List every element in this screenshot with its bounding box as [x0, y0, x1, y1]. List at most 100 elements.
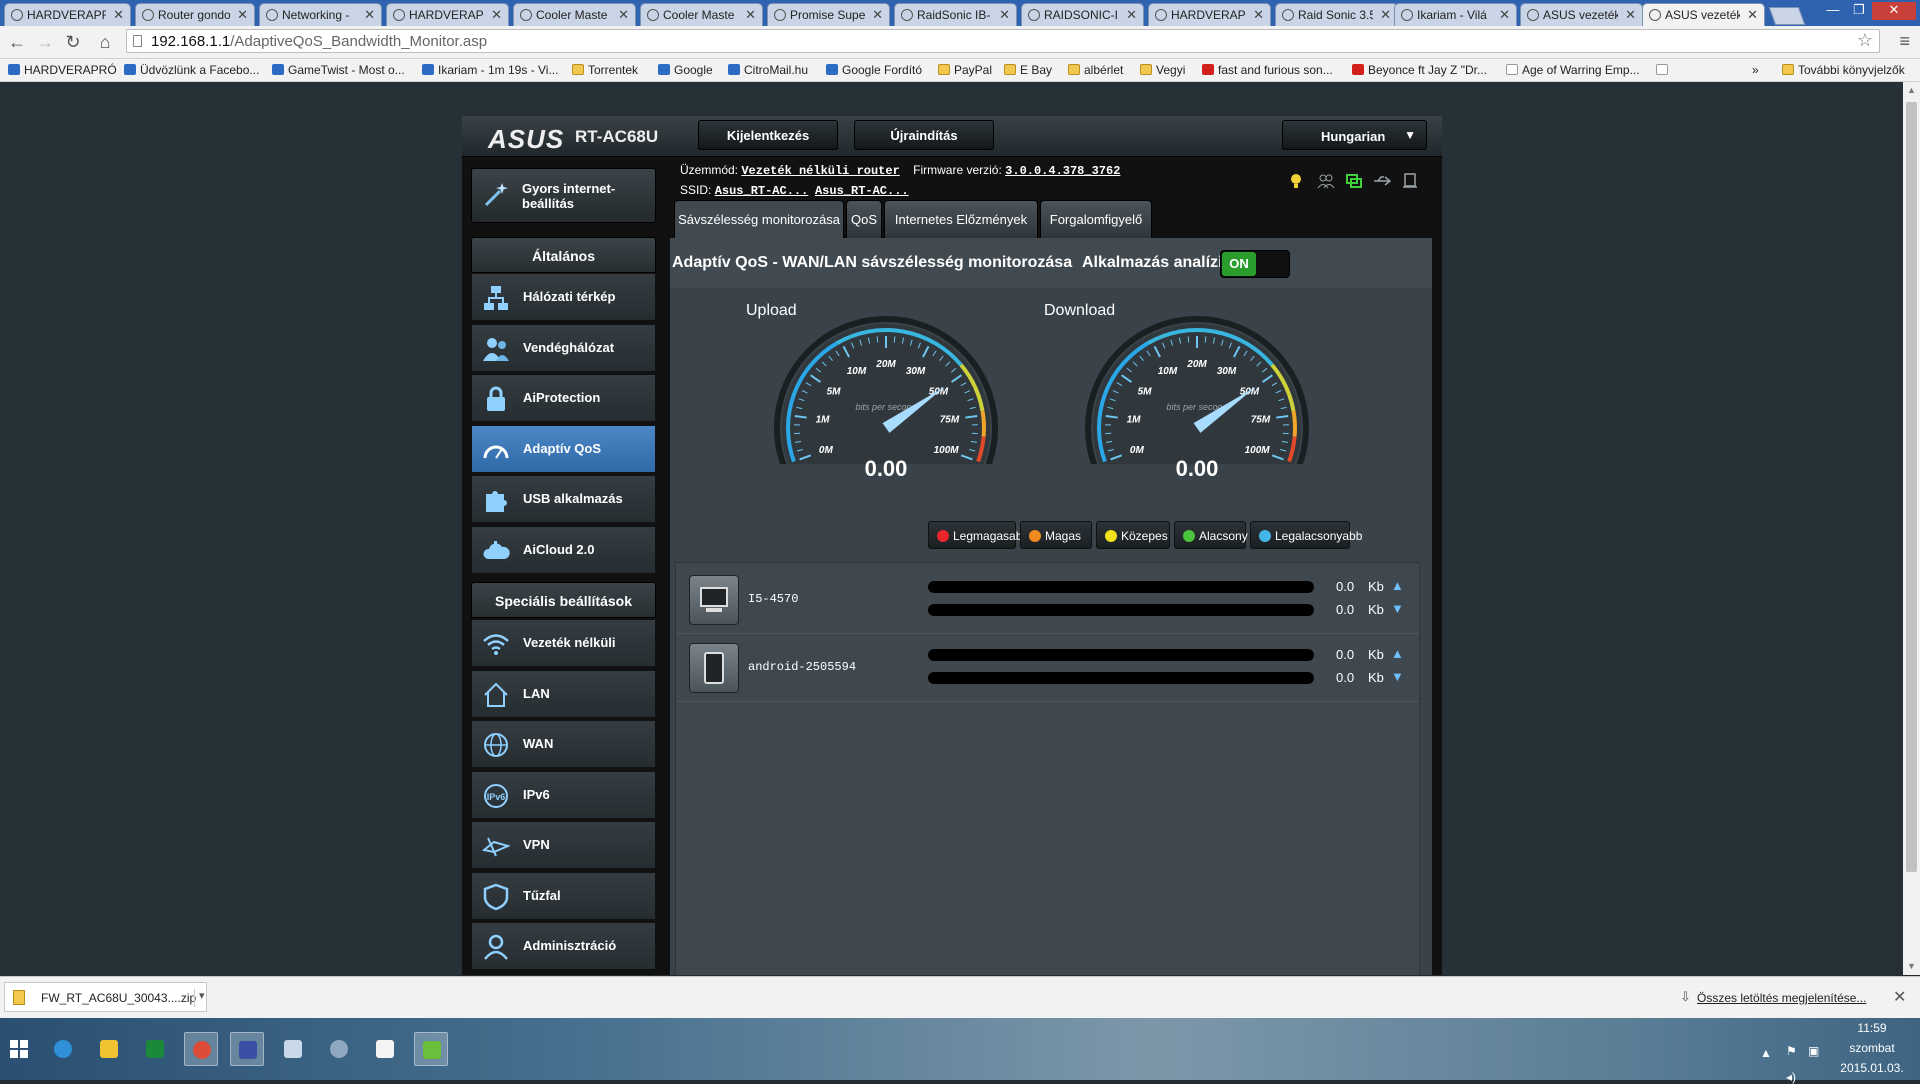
sidebar-item-ipv6[interactable]: IPv6IPv6: [471, 771, 656, 819]
browser-tab-active[interactable]: ASUS vezeték✕: [1642, 3, 1765, 26]
browser-tab[interactable]: HARDVERAPR✕: [1148, 3, 1271, 26]
close-icon[interactable]: ✕: [1625, 7, 1636, 23]
logout-button[interactable]: Kijelentkezés: [698, 120, 838, 150]
close-icon[interactable]: ✕: [745, 7, 756, 23]
ssid-link[interactable]: Asus_RT-AC...: [815, 184, 909, 198]
app-taskbar-icon[interactable]: [276, 1032, 310, 1066]
url-text[interactable]: 192.168.1.1/AdaptiveQoS_Bandwidth_Monito…: [151, 33, 487, 50]
sidebar-item-aicloud-2-0[interactable]: AiCloud 2.0: [471, 526, 656, 574]
scroll-down-icon[interactable]: ▼: [1907, 961, 1916, 971]
browser-tab[interactable]: HARDVERAPRÓ✕: [4, 3, 131, 26]
forward-icon[interactable]: →: [34, 31, 56, 53]
legend-alacsony[interactable]: Alacsony: [1174, 521, 1246, 549]
browser-tab[interactable]: RaidSonic IB-✕: [894, 3, 1017, 26]
chevron-down-icon[interactable]: ▾: [194, 989, 205, 1007]
sidebar-item-vend-gh-l-zat[interactable]: Vendéghálózat: [471, 324, 656, 372]
wan-status-icon[interactable]: [1345, 172, 1363, 190]
bookmark-item[interactable]: HARDVERAPRÓ: [8, 63, 117, 77]
app-taskbar-icon[interactable]: [230, 1032, 264, 1066]
device-row[interactable]: android-25055940.0Kb▲0.0Kb▼: [676, 635, 1419, 702]
browser-tab[interactable]: Ikariam - Vilá✕: [1394, 3, 1517, 26]
app-taskbar-icon[interactable]: [368, 1032, 402, 1066]
clock[interactable]: 11:59 szombat 2015.01.03.: [1822, 1018, 1920, 1078]
windows-start-icon[interactable]: [10, 1040, 28, 1058]
bookmark-item[interactable]: PayPal: [938, 63, 992, 77]
browser-tab[interactable]: RAIDSONIC-I✕: [1021, 3, 1144, 26]
page-scrollbar[interactable]: ▲ ▼: [1903, 82, 1920, 975]
close-icon[interactable]: ✕: [1499, 7, 1510, 23]
more-bookmarks-button[interactable]: »: [1752, 63, 1759, 77]
scrollbar-thumb[interactable]: [1906, 102, 1917, 872]
bookmark-item[interactable]: Vegyi: [1140, 63, 1185, 77]
ssid-link[interactable]: Asus_RT-AC...: [715, 184, 809, 198]
clients-icon[interactable]: [1317, 172, 1335, 190]
bookmark-item[interactable]: GameTwist - Most o...: [272, 63, 405, 77]
legend-legmagasabb[interactable]: Legmagasabb: [928, 521, 1016, 549]
app-analysis-toggle[interactable]: ON: [1220, 250, 1290, 278]
bookmark-item[interactable]: albérlet: [1068, 63, 1123, 77]
close-icon[interactable]: ✕: [1380, 7, 1391, 23]
flag-icon[interactable]: ⚑: [1786, 1044, 1797, 1058]
maximize-icon[interactable]: ❐: [1846, 2, 1872, 20]
sidebar-item-wan[interactable]: WAN: [471, 720, 656, 768]
bookmark-item[interactable]: Torrentek: [572, 63, 638, 77]
usb-icon[interactable]: [1373, 172, 1391, 190]
browser-tab[interactable]: Networking -✕: [259, 3, 382, 26]
close-icon[interactable]: ✕: [1747, 7, 1758, 23]
browser-tab[interactable]: Raid Sonic 3.5✕: [1275, 3, 1398, 26]
window-close-icon[interactable]: ✕: [1872, 2, 1916, 20]
address-bar[interactable]: 192.168.1.1/AdaptiveQoS_Bandwidth_Monito…: [126, 29, 1880, 53]
other-bookmarks-folder[interactable]: További könyvjelzők: [1782, 63, 1905, 77]
bookmark-item[interactable]: CitroMail.hu: [728, 63, 808, 77]
sidebar-item-adapt-v-qos[interactable]: Adaptív QoS: [471, 425, 656, 473]
app-taskbar-icon[interactable]: [322, 1032, 356, 1066]
close-icon[interactable]: ✕: [1253, 7, 1264, 23]
browser-tab[interactable]: Cooler Maste✕: [513, 3, 636, 26]
download-item[interactable]: FW_RT_AC68U_30043....zip ▾: [4, 982, 207, 1012]
tab-bandwidth-monitor[interactable]: Sávszélesség monitorozása: [674, 200, 844, 238]
reboot-button[interactable]: Újraindítás: [854, 120, 994, 150]
sidebar-item-vpn[interactable]: VPN: [471, 821, 656, 869]
browser-tab[interactable]: Promise Supe✕: [767, 3, 890, 26]
close-icon[interactable]: ✕: [1126, 7, 1137, 23]
bookmark-item[interactable]: E Bay: [1004, 63, 1052, 77]
device-row[interactable]: I5-45700.0Kb▲0.0Kb▼: [676, 567, 1419, 634]
browser-tab[interactable]: ASUS vezeték✕: [1520, 3, 1643, 26]
tray-expand-icon[interactable]: ▲: [1760, 1046, 1772, 1060]
explorer-taskbar-icon[interactable]: [92, 1032, 126, 1066]
close-icon[interactable]: ✕: [364, 7, 375, 23]
close-icon[interactable]: ✕: [999, 7, 1010, 23]
close-icon[interactable]: ✕: [113, 7, 124, 23]
bookmark-item[interactable]: fast and furious son...: [1202, 63, 1333, 77]
volume-icon[interactable]: ◂): [1786, 1070, 1796, 1084]
bookmark-item[interactable]: Age of Warring Emp...: [1506, 63, 1640, 77]
close-icon[interactable]: ✕: [872, 7, 883, 23]
chrome-menu-icon[interactable]: ≡: [1899, 31, 1910, 52]
tab-web-history[interactable]: Internetes Előzmények: [884, 200, 1038, 238]
chrome-taskbar-icon[interactable]: [184, 1032, 218, 1066]
tab-traffic-monitor[interactable]: Forgalomfigyelő: [1040, 200, 1152, 238]
browser-tab[interactable]: Cooler Maste✕: [640, 3, 763, 26]
sidebar-item-aiprotection[interactable]: AiProtection: [471, 374, 656, 422]
bookmark-item[interactable]: Google: [658, 63, 713, 77]
ie-taskbar-icon[interactable]: [46, 1032, 80, 1066]
browser-tab[interactable]: Router gondo✕: [135, 3, 255, 26]
browser-tab[interactable]: HARDVERAPR✕: [386, 3, 509, 26]
new-tab-button[interactable]: [1769, 7, 1806, 25]
minimize-icon[interactable]: —: [1820, 2, 1846, 20]
operation-mode-link[interactable]: Vezeték nélküli router: [741, 164, 899, 178]
sidebar-item-usb-alkalmaz-s[interactable]: USB alkalmazás: [471, 475, 656, 523]
sidebar-item-h-l-zati-t-rk-p[interactable]: Hálózati térkép: [471, 273, 656, 321]
bookmark-item[interactable]: Beyonce ft Jay Z "Dr...: [1352, 63, 1487, 77]
firmware-version-link[interactable]: 3.0.0.4.378_3762: [1005, 164, 1120, 178]
close-icon[interactable]: ✕: [1893, 987, 1906, 1007]
legend-közepes[interactable]: Közepes: [1096, 521, 1170, 549]
scroll-up-icon[interactable]: ▲: [1907, 85, 1916, 95]
app-taskbar-icon[interactable]: [414, 1032, 448, 1066]
bookmark-item[interactable]: Google Fordító: [826, 63, 922, 77]
quick-internet-setup-button[interactable]: Gyors internet-beállítás: [471, 168, 656, 223]
sidebar-item-vezet-k-n-lk-li[interactable]: Vezeték nélküli: [471, 619, 656, 667]
legend-legalacsonyabb[interactable]: Legalacsonyabb: [1250, 521, 1350, 549]
printer-icon[interactable]: [1401, 172, 1419, 190]
bookmark-star-icon[interactable]: ☆: [1857, 30, 1873, 51]
